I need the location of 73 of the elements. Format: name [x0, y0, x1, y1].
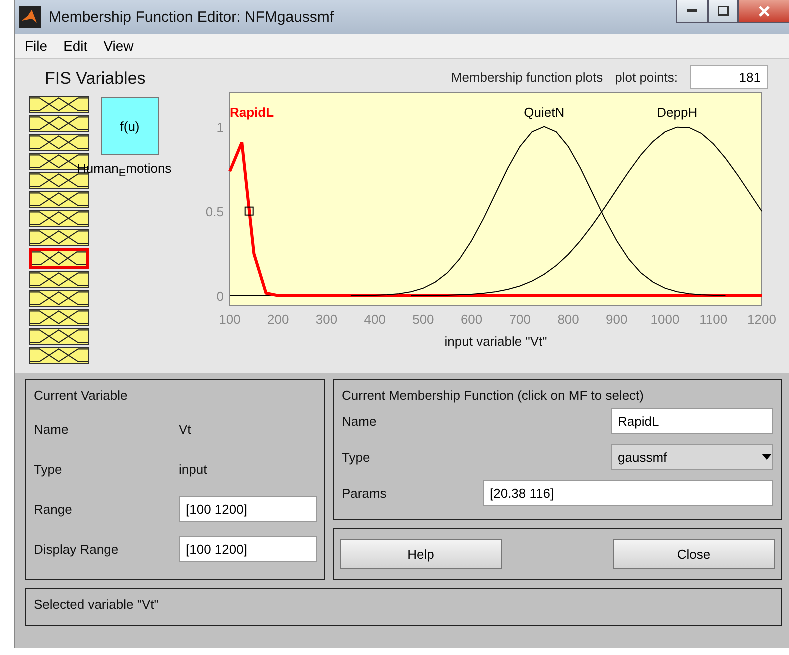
- input-variable-block[interactable]: [29, 290, 89, 307]
- input-variable-block[interactable]: [29, 309, 89, 326]
- field-label: Name: [34, 422, 70, 436]
- x-tick-label: 200: [268, 312, 290, 327]
- field-label: plot points:: [615, 70, 678, 84]
- range-field[interactable]: [100 1200]: [179, 536, 317, 562]
- range-field[interactable]: [100 1200]: [179, 496, 317, 522]
- curve-label: RapidL: [230, 105, 274, 120]
- name-field[interactable]: RapidL: [611, 408, 773, 434]
- field-label: Display Range: [34, 542, 120, 556]
- x-axis-label: input variable "Vt": [444, 334, 548, 349]
- curve-label: DeppH: [657, 105, 698, 120]
- input-variable-block[interactable]: [29, 328, 89, 345]
- x-tick-label: 1200: [748, 312, 776, 327]
- input-variable-block[interactable]: [29, 134, 89, 151]
- y-tick-label: 0: [216, 288, 224, 304]
- x-tick-label: 100: [219, 312, 241, 327]
- membership-curve[interactable]: [228, 141, 762, 298]
- field-value: input: [179, 462, 208, 476]
- status-message: Selected variable "Vt": [25, 588, 782, 626]
- type-dropdown[interactable]: gaussmf: [611, 444, 773, 470]
- field-label: Type: [342, 450, 370, 464]
- membership-curve[interactable]: [350, 126, 726, 296]
- curve-label: QuietN: [524, 105, 565, 120]
- system-name: Human$_{E}$motions: [77, 161, 172, 180]
- field-label: Params: [342, 486, 387, 500]
- x-tick-label: 1000: [650, 312, 680, 327]
- maximize-button[interactable]: [708, 0, 738, 23]
- input-variable-block[interactable]: [29, 210, 89, 227]
- input-variable-block[interactable]: [29, 96, 89, 113]
- maximize-icon: [718, 6, 728, 16]
- minimize-icon: [687, 9, 697, 13]
- minimize-button[interactable]: [676, 0, 708, 23]
- plot-points-field[interactable]: 181: [690, 65, 768, 89]
- app-logo-icon: [19, 6, 41, 28]
- y-tick-label: 1: [216, 120, 224, 135]
- close-button[interactable]: [738, 0, 789, 23]
- field-label: Name: [342, 414, 377, 428]
- x-tick-label: 600: [460, 312, 483, 327]
- y-tick-label: 0.5: [206, 204, 224, 220]
- x-tick-label: 1100: [700, 312, 728, 327]
- field-label: Type: [34, 462, 64, 476]
- input-variable-block[interactable]: [29, 347, 89, 364]
- x-tick-label: 800: [558, 312, 580, 327]
- x-tick-label: 500: [412, 312, 434, 327]
- x-tick-label: 300: [316, 312, 338, 327]
- input-variable-block[interactable]: [29, 191, 89, 208]
- field-value: Vt: [179, 422, 192, 436]
- input-variable-block[interactable]: [29, 271, 89, 288]
- input-variable-block[interactable]: [29, 172, 89, 189]
- system-block[interactable]: f(u): [101, 97, 159, 155]
- x-tick-label: 900: [606, 312, 628, 327]
- input-variable-block[interactable]: [29, 248, 89, 269]
- input-variable-block[interactable]: [29, 115, 89, 132]
- window-title: Membership Function Editor: NFMgaussmf: [49, 8, 336, 26]
- plot-title: Membership function plots: [451, 70, 604, 84]
- menu-item[interactable]: File: [19, 38, 54, 54]
- field-label: Range: [34, 502, 74, 516]
- handle-icon[interactable]: [244, 206, 254, 216]
- input-variable-block[interactable]: [29, 229, 89, 246]
- membership-curve[interactable]: [410, 126, 762, 296]
- params-field[interactable]: [20.38 116]: [483, 480, 773, 506]
- help-button[interactable]: Help: [340, 539, 502, 569]
- panel-title: Current Membership Function (click on MF to select): [342, 388, 645, 403]
- menu-item[interactable]: View: [98, 38, 140, 54]
- section-title: FIS Variables: [45, 69, 147, 89]
- close-icon: [758, 6, 770, 16]
- close-button[interactable]: Close: [613, 539, 775, 569]
- panel-title: Current Variable: [34, 388, 129, 403]
- menu-item[interactable]: Edit: [58, 38, 94, 54]
- x-tick-label: 400: [364, 312, 386, 327]
- x-tick-label: 700: [509, 312, 532, 327]
- caret-icon: [762, 454, 772, 460]
